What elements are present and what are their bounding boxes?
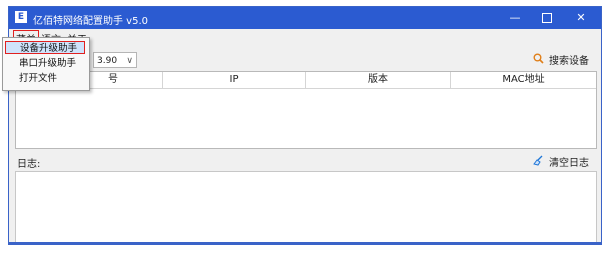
search-icon	[533, 53, 544, 67]
app-window: E 亿佰特网络配置助手 v5.0 — ✕ 菜单 语言 关于 3.90 ∨ 搜索设…	[8, 6, 602, 245]
menu-item-device-upgrade[interactable]: 设备升级助手	[5, 41, 85, 54]
col-mac[interactable]: MAC地址	[451, 72, 596, 88]
broom-icon	[532, 155, 547, 169]
ip-combo-value: 3.90	[97, 56, 118, 66]
close-icon: ✕	[576, 11, 586, 24]
ip-combo[interactable]: 3.90 ∨	[93, 52, 137, 68]
clear-log-button[interactable]: 清空日志	[532, 154, 589, 169]
col-ip[interactable]: IP	[163, 72, 306, 88]
menu-dropdown: 设备升级助手 串口升级助手 打开文件	[2, 37, 90, 91]
log-label: 日志:	[17, 159, 41, 170]
minimize-button[interactable]: —	[499, 7, 531, 29]
search-device-button[interactable]: 搜索设备	[533, 52, 589, 68]
table-header: 号 IP 版本 MAC地址	[16, 72, 596, 89]
close-button[interactable]: ✕	[565, 7, 597, 29]
menu-item-serial-upgrade[interactable]: 串口升级助手	[5, 57, 85, 70]
search-device-label: 搜索设备	[549, 56, 589, 67]
device-table[interactable]: 号 IP 版本 MAC地址	[15, 71, 597, 149]
maximize-button[interactable]	[531, 7, 563, 29]
app-logo-icon: E	[15, 11, 27, 23]
window-title: 亿佰特网络配置助手 v5.0	[33, 16, 148, 27]
col-version[interactable]: 版本	[306, 72, 451, 88]
clear-log-label: 清空日志	[549, 158, 589, 169]
title-bar[interactable]: E 亿佰特网络配置助手 v5.0 — ✕	[9, 7, 601, 29]
maximize-icon	[542, 13, 552, 23]
minimize-icon: —	[509, 11, 521, 24]
bottom-border	[9, 242, 601, 244]
menu-bar: 菜单 语言 关于	[9, 29, 601, 47]
log-area[interactable]	[15, 171, 597, 243]
menu-item-open-file[interactable]: 打开文件	[5, 72, 85, 85]
chevron-down-icon: ∨	[126, 56, 133, 66]
